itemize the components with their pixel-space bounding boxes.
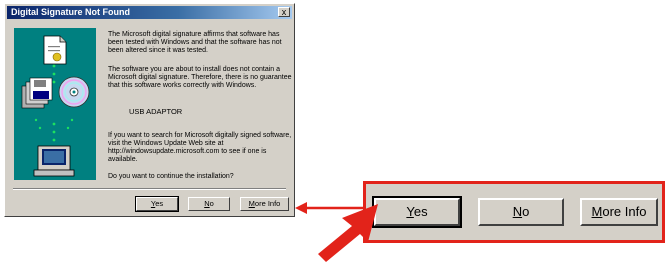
title-bar[interactable]: Digital Signature Not Found x xyxy=(7,6,292,19)
continue-question: Do you want to continue the installation… xyxy=(108,173,234,180)
zoomed-yes-mnemonic: Y xyxy=(406,204,414,219)
more-info-label-rest: ore Info xyxy=(254,199,281,208)
setup-artwork-icon xyxy=(14,28,96,180)
windows-update-text: If you want to search for Microsoft digi… xyxy=(108,132,292,163)
zoomed-more-info-label-rest: ore Info xyxy=(602,204,647,219)
zoomed-more-info-button[interactable]: More Info xyxy=(580,198,658,226)
more-info-button[interactable]: More Info xyxy=(240,197,289,211)
device-name: USB ADAPTOR xyxy=(129,107,183,116)
no-label-rest: o xyxy=(209,199,214,208)
zoomed-buttons-callout: Yes No More Info xyxy=(363,181,665,243)
signature-explanation-text: The Microsoft digital signature affirms … xyxy=(108,31,282,54)
zoomed-more-info-mnemonic: M xyxy=(591,204,603,219)
yes-button[interactable]: Yes xyxy=(135,196,179,212)
dialog-title: Digital Signature Not Found xyxy=(11,7,130,17)
highlight-arrow-icon xyxy=(318,204,378,262)
close-button[interactable]: x xyxy=(278,7,290,17)
zoomed-yes-label-rest: es xyxy=(413,204,428,219)
zoomed-yes-button[interactable]: Yes xyxy=(372,196,462,228)
zoomed-no-mnemonic: N xyxy=(512,204,523,219)
button-divider xyxy=(13,188,286,190)
installation-illustration xyxy=(14,28,96,180)
unsigned-warning-text: The software you are about to install do… xyxy=(108,66,292,89)
no-button[interactable]: No xyxy=(188,197,230,211)
zoomed-no-label-rest: o xyxy=(522,204,530,219)
zoomed-no-button[interactable]: No xyxy=(478,198,564,226)
yes-label-rest: es xyxy=(155,199,164,208)
digital-signature-dialog: Digital Signature Not Found x The Micros… xyxy=(4,3,295,217)
